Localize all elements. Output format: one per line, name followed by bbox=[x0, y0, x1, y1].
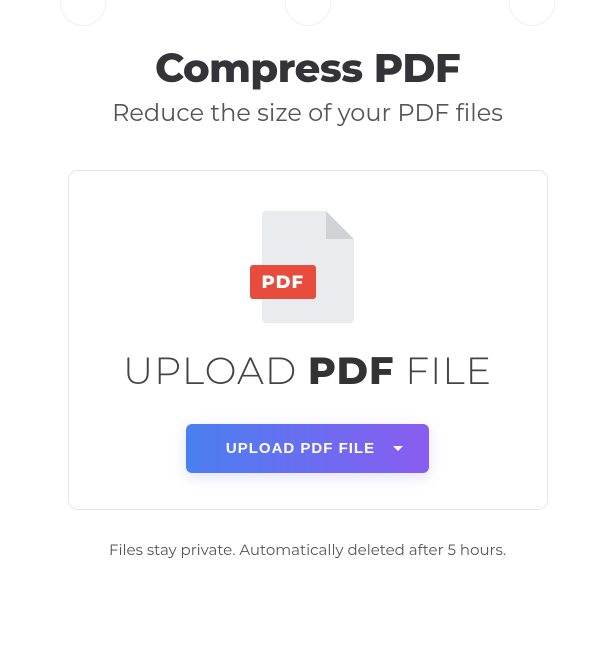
top-icon-row bbox=[0, 0, 615, 26]
page-title: Compress PDF bbox=[0, 44, 615, 93]
top-icon bbox=[285, 0, 331, 26]
pdf-file-icon: PDF bbox=[99, 211, 517, 323]
upload-card[interactable]: PDF UPLOAD PDF FILE UPLOAD PDF FILE bbox=[68, 170, 548, 510]
upload-text-seg1: UPLOAD bbox=[123, 347, 308, 394]
upload-text-seg2: FILE bbox=[394, 347, 492, 394]
top-icon bbox=[509, 0, 555, 26]
upload-hero-text: UPLOAD PDF FILE bbox=[99, 347, 517, 394]
privacy-footnote: Files stay private. Automatically delete… bbox=[0, 540, 615, 559]
chevron-down-icon bbox=[393, 446, 403, 451]
upload-text-bold: PDF bbox=[308, 347, 394, 394]
page-subtitle: Reduce the size of your PDF files bbox=[0, 99, 615, 128]
pdf-badge: PDF bbox=[250, 265, 317, 299]
top-icon bbox=[60, 0, 106, 26]
upload-button-label: UPLOAD PDF FILE bbox=[226, 440, 375, 457]
upload-pdf-button[interactable]: UPLOAD PDF FILE bbox=[186, 424, 429, 473]
